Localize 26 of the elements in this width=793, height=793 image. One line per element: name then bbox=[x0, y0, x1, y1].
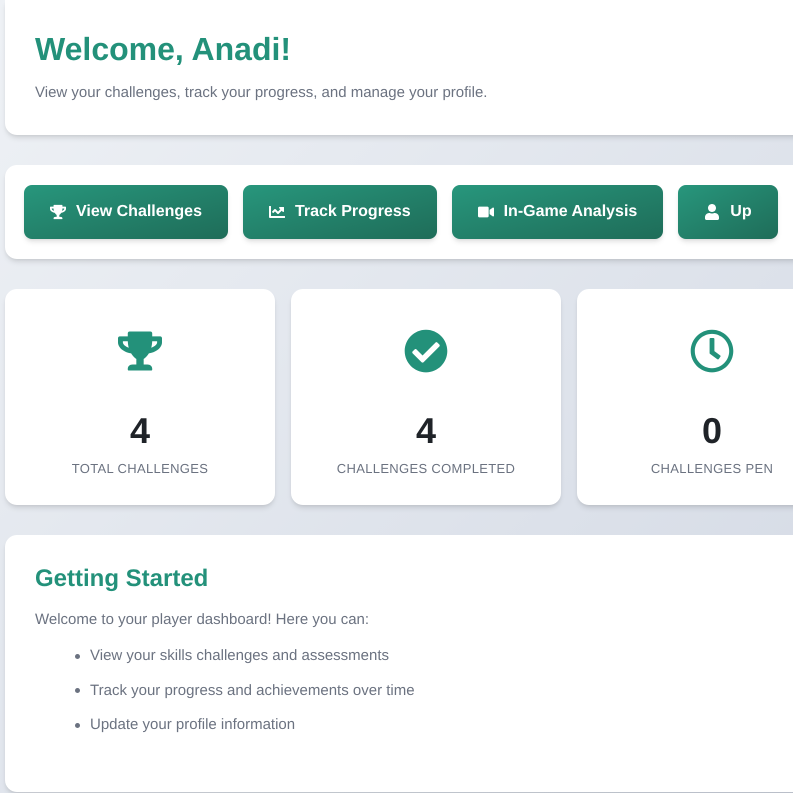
section-title: Getting Started bbox=[35, 564, 210, 594]
stat-value: 4 bbox=[130, 410, 150, 450]
list-item: Track your progress and achievements over time bbox=[90, 680, 415, 700]
welcome-subtitle: View your challenges, track your progress, and manage your profile. bbox=[35, 83, 488, 103]
action-button[interactable]: In-Game Analysis bbox=[452, 184, 664, 238]
action-button[interactable]: Track Progress bbox=[242, 184, 437, 238]
stat-label: TOTAL CHALLENGES bbox=[72, 460, 208, 478]
clock-icon bbox=[690, 328, 734, 372]
user-icon bbox=[704, 204, 720, 220]
bullet-icon bbox=[75, 688, 80, 694]
list-item: View your skills challenges and assessments bbox=[90, 646, 390, 666]
action-button[interactable]: Up bbox=[678, 184, 778, 238]
list-item: Update your profile information bbox=[90, 715, 296, 735]
action-button[interactable]: View Challenges bbox=[24, 184, 228, 238]
video-camera-icon bbox=[478, 204, 494, 220]
intro-text: Welcome to your player dashboard! Here you can: bbox=[35, 610, 370, 630]
stat-value: 0 bbox=[702, 410, 722, 450]
stat-label: CHALLENGES COMPLETED bbox=[336, 460, 516, 478]
trophy-icon bbox=[118, 328, 162, 372]
bullet-icon bbox=[75, 722, 80, 728]
trophy-icon bbox=[50, 204, 66, 220]
stat-value: 4 bbox=[416, 410, 436, 450]
bullet-icon bbox=[75, 654, 80, 659]
welcome-title: Welcome, Anadi! bbox=[35, 30, 292, 68]
chart-icon bbox=[268, 204, 285, 220]
stat-label: CHALLENGES PEN bbox=[650, 460, 774, 478]
